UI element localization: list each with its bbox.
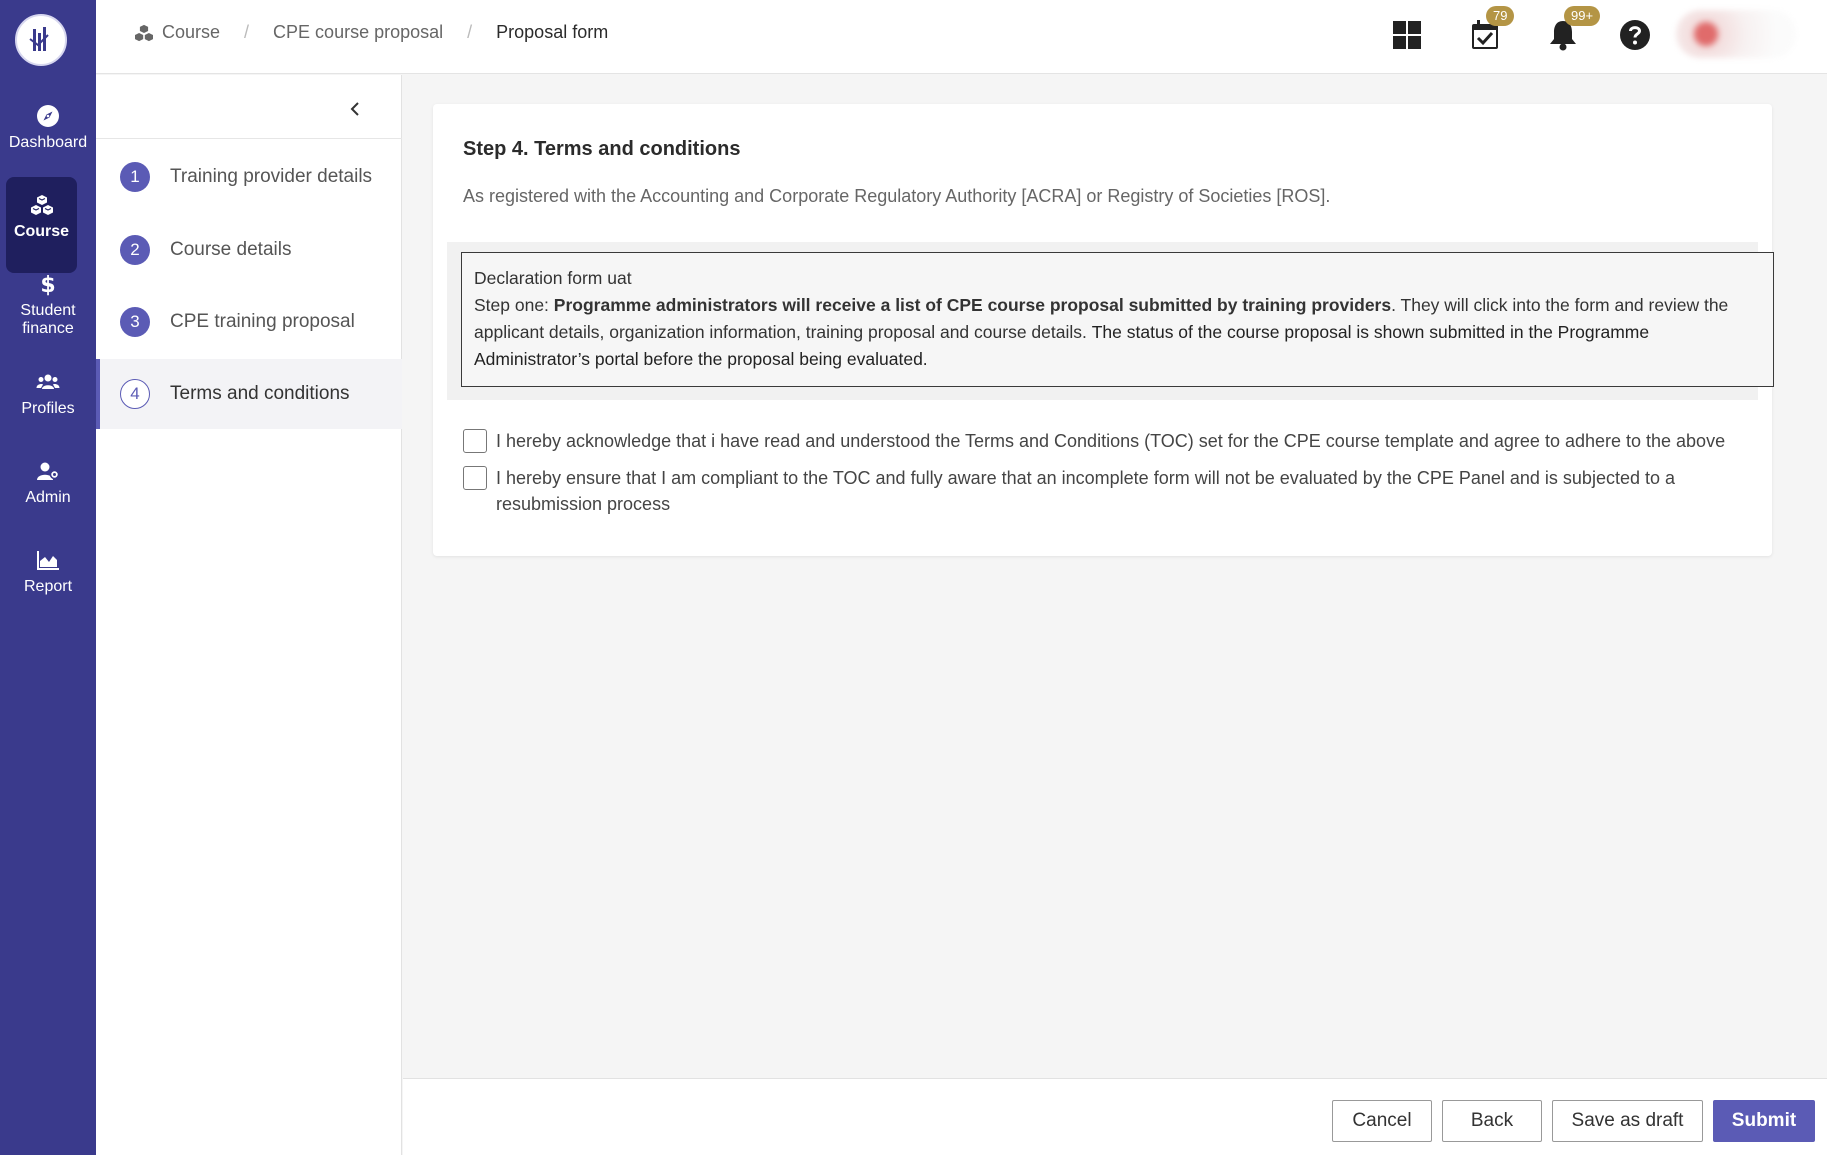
help-icon [1620,20,1650,50]
step-label: CPE training proposal [170,311,355,332]
page-title: Step 4. Terms and conditions [463,138,741,160]
step-number: 1 [120,162,150,192]
user-avatar[interactable] [1676,10,1796,58]
step-training-provider-details[interactable]: 1 Training provider details [96,142,402,212]
acknowledge-checkbox-row[interactable]: I hereby acknowledge that i have read an… [463,428,1753,454]
dollar-icon: $ [40,273,55,296]
cancel-button[interactable]: Cancel [1332,1100,1432,1142]
section-subtitle: As registered with the Accounting and Co… [463,186,1331,206]
notifications-count-badge: 99+ [1564,6,1601,26]
step-number: 4 [120,379,150,409]
nav-admin[interactable]: Admin [0,459,96,507]
breadcrumb: Course / CPE course proposal / Proposal … [134,22,608,43]
course-cubes-icon [30,195,53,215]
step-label: Course details [170,239,292,260]
nav-report[interactable]: Report [0,548,96,596]
tasks-button[interactable]: 79 [1468,6,1515,52]
step-number: 3 [120,307,150,337]
top-bar: Course / CPE course proposal / Proposal … [96,0,1827,74]
declaration-prefix: Step one: [474,295,554,315]
step-number: 2 [120,235,150,265]
step-course-details[interactable]: 2 Course details [96,215,402,285]
nav-dashboard-label: Dashboard [8,134,88,151]
svg-text:$: $ [40,273,55,296]
nav-profiles-label: Profiles [21,400,75,417]
logo-icon [29,27,49,51]
app-logo[interactable] [15,14,67,66]
save-as-draft-button[interactable]: Save as draft [1552,1100,1703,1142]
notifications-button[interactable]: 99+ [1546,6,1601,52]
declaration-title: Declaration form uat [474,268,632,288]
nav-admin-label: Admin [25,489,71,506]
help-button[interactable] [1618,18,1652,52]
declaration-wrapper: Declaration form uat Step one: Programme… [447,242,1774,400]
compass-icon [37,105,59,127]
apps-grid-button[interactable] [1390,18,1424,52]
step-label: Training provider details [170,166,373,187]
chevron-left-icon[interactable] [344,97,368,121]
acknowledge-checkbox-label[interactable]: I hereby acknowledge that i have read an… [496,428,1753,454]
nav-course-label: Course [13,223,70,240]
steps-panel: 1 Training provider details 2 Course det… [96,75,402,1155]
breadcrumb-cpe-course-proposal[interactable]: CPE course proposal [273,22,443,43]
nav-dashboard[interactable]: Dashboard [0,104,96,152]
form-footer: Cancel Back Save as draft Submit [403,1078,1827,1155]
breadcrumb-separator: / [244,22,250,42]
declaration-box: Declaration form uat Step one: Programme… [461,252,1774,387]
terms-card: Step 4. Terms and conditions As register… [433,104,1774,556]
back-button[interactable]: Back [1442,1100,1542,1142]
user-gear-icon [37,462,60,480]
nav-report-label: Report [23,578,73,595]
compliance-checkbox[interactable] [463,466,487,490]
users-icon [36,374,60,389]
nav-course[interactable]: Course [6,177,77,273]
course-cubes-icon [135,24,153,41]
nav-student-finance[interactable]: $ Student finance [0,272,96,338]
step-label: Terms and conditions [170,383,350,404]
breadcrumb-course[interactable]: Course [162,22,220,43]
step-cpe-training-proposal[interactable]: 3 CPE training proposal [96,287,402,357]
step-terms-and-conditions[interactable]: 4 Terms and conditions [96,359,402,429]
nav-student-finance-label: Student finance [20,302,76,337]
compliance-checkbox-row[interactable]: I hereby ensure that I am compliant to t… [463,465,1753,517]
nav-profiles[interactable]: Profiles [0,370,96,418]
grid-icon [1393,21,1421,49]
area-chart-icon [37,551,59,570]
acknowledge-checkbox[interactable] [463,429,487,453]
breadcrumb-separator: / [467,22,473,42]
submit-button[interactable]: Submit [1713,1100,1815,1142]
tasks-count-badge: 79 [1486,6,1515,26]
declaration-bold-text: Programme administrators will receive a … [553,295,1392,315]
left-navigation: Dashboard Course $ Student finance Profi… [0,0,96,1155]
compliance-checkbox-label[interactable]: I hereby ensure that I am compliant to t… [496,465,1753,517]
divider [96,138,402,139]
breadcrumb-proposal-form: Proposal form [496,22,609,42]
